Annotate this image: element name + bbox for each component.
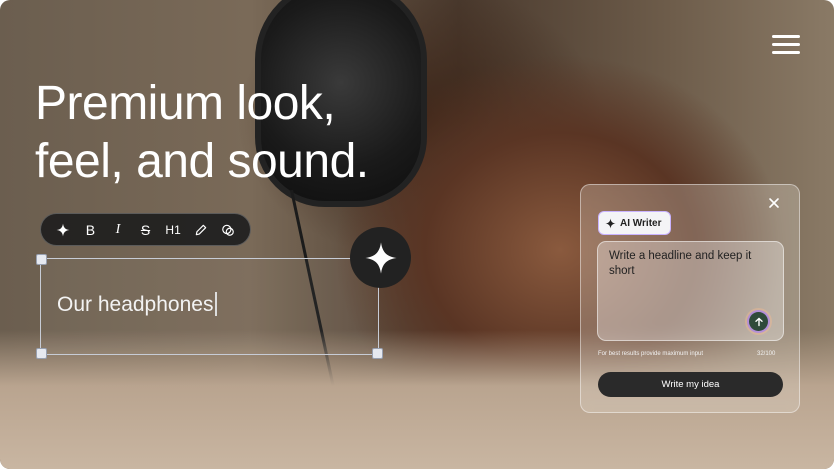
arrow-up-icon bbox=[754, 317, 763, 326]
ai-writer-panel: AI Writer Write a headline and keep it s… bbox=[580, 184, 800, 413]
ai-sparkle-icon[interactable] bbox=[49, 216, 77, 244]
sparkle-icon bbox=[605, 217, 616, 229]
bold-button[interactable]: B bbox=[77, 216, 105, 244]
headline-line-1: Premium look, bbox=[35, 77, 336, 130]
italic-button[interactable]: I bbox=[104, 216, 132, 244]
strikethrough-button[interactable]: S bbox=[132, 216, 160, 244]
heading1-button[interactable]: H1 bbox=[159, 216, 187, 244]
send-button[interactable] bbox=[749, 312, 768, 331]
resize-handle-bottom-left[interactable] bbox=[36, 348, 47, 359]
sparkle-icon bbox=[364, 241, 397, 274]
comment-icon[interactable] bbox=[214, 216, 242, 244]
close-icon[interactable] bbox=[767, 196, 781, 210]
hero-stage: Premium look, feel, and sound. B I S H1 … bbox=[0, 0, 834, 469]
editor-text: Our headphones bbox=[57, 293, 214, 316]
ai-writer-badge: AI Writer bbox=[598, 211, 671, 235]
char-counter: 32/100 bbox=[757, 351, 776, 357]
hero-headline: Premium look, feel, and sound. bbox=[35, 75, 455, 191]
ai-sparkle-button[interactable] bbox=[350, 227, 411, 288]
text-caret bbox=[215, 292, 217, 316]
prompt-text: Write a headline and keep it short bbox=[609, 250, 752, 277]
hamburger-menu-icon[interactable] bbox=[772, 35, 800, 55]
write-my-idea-button[interactable]: Write my idea bbox=[598, 372, 783, 397]
pen-icon[interactable] bbox=[187, 216, 215, 244]
text-edit-box[interactable]: Our headphones bbox=[36, 254, 383, 359]
ai-writer-badge-label: AI Writer bbox=[620, 217, 662, 229]
resize-handle-bottom-right[interactable] bbox=[372, 348, 383, 359]
format-toolbar: B I S H1 bbox=[40, 213, 251, 246]
headline-line-2: feel, and sound. bbox=[35, 135, 369, 188]
input-hint: For best results provide maximum input bbox=[598, 351, 704, 357]
resize-handle-top-left[interactable] bbox=[36, 254, 47, 265]
editor-text-line[interactable]: Our headphones bbox=[57, 292, 217, 317]
